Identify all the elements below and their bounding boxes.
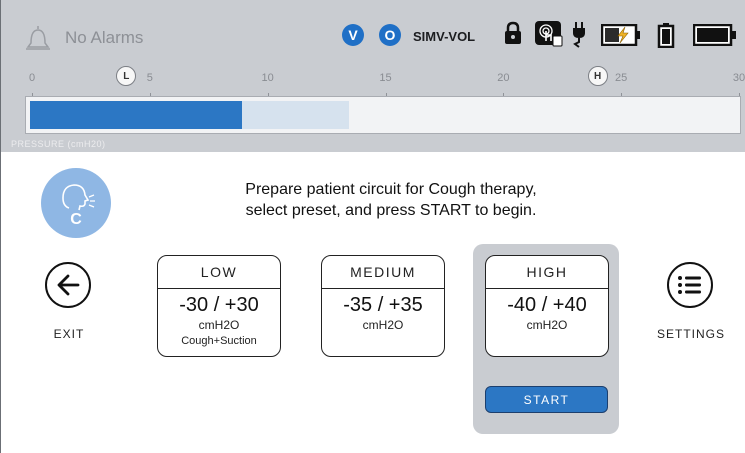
cough-therapy-avatar: C	[41, 168, 111, 238]
preset-range: -35 / +35	[343, 294, 423, 316]
tick-label: 30	[732, 72, 745, 84]
battery-small-icon	[657, 23, 675, 48]
tick-label: 25	[615, 72, 628, 84]
tick-label: 20	[497, 72, 510, 84]
ventilation-mode: SIMV-VOL	[413, 29, 476, 44]
preset-unit: cmH2O	[198, 318, 240, 332]
low-pressure-marker[interactable]: L	[116, 66, 137, 86]
menu-list-icon	[678, 276, 701, 294]
battery-full-icon	[693, 24, 736, 46]
bell-icon[interactable]	[23, 23, 53, 53]
preset-range: -30 / +30	[179, 294, 259, 316]
lock-icon[interactable]	[503, 21, 523, 45]
pressure-scale-label: PRESSURE (cmH20)	[11, 139, 106, 149]
start-button[interactable]: START	[485, 386, 608, 413]
instruction-line-2: select preset, and press START to begin.	[245, 202, 537, 219]
therapy-letter: C	[70, 211, 82, 228]
preset-note: Cough+Suction	[181, 335, 257, 347]
ac-plug-icon	[573, 22, 585, 48]
pressure-scale: 0 5 10 15 20 25 30 L H PRESSURE (cmH20)	[0, 60, 745, 152]
therapy-panel: C Prepare patient circuit for Cough ther…	[0, 152, 745, 453]
preset-high-button[interactable]: HIGH -40 / +40 cmH2O	[485, 255, 609, 357]
preset-title: HIGH	[486, 256, 608, 289]
status-bar: No Alarms V O SIMV-VOL	[0, 0, 745, 60]
settings-label[interactable]: SETTINGS	[651, 327, 731, 341]
high-pressure-marker[interactable]: H	[587, 66, 608, 86]
mode-badge-o: O	[379, 24, 401, 46]
touch-lock-icon[interactable]	[534, 20, 564, 48]
instruction-text: Prepare patient circuit for Cough therap…	[161, 179, 621, 221]
alarm-status-text[interactable]: No Alarms	[65, 28, 143, 48]
preset-title: LOW	[158, 256, 280, 289]
settings-button[interactable]	[667, 262, 713, 308]
preset-medium-button[interactable]: MEDIUM -35 / +35 cmH2O	[321, 255, 445, 357]
preset-range: -40 / +40	[507, 294, 587, 316]
tick-label: 15	[379, 72, 392, 84]
instruction-line-1: Prepare patient circuit for Cough therap…	[245, 181, 537, 198]
preset-unit: cmH2O	[362, 318, 404, 332]
preset-low-button[interactable]: LOW -30 / +30 cmH2O Cough+Suction	[157, 255, 281, 357]
tick-label: 0	[28, 72, 36, 84]
tick-label: 5	[146, 72, 153, 84]
pressure-bar	[25, 96, 741, 134]
arrow-left-icon	[57, 274, 80, 296]
pressure-bar-fill	[30, 101, 243, 129]
exit-label[interactable]: EXIT	[29, 327, 109, 341]
preset-unit: cmH2O	[526, 318, 568, 332]
exit-button[interactable]	[45, 262, 91, 308]
tick-label: 10	[261, 72, 274, 84]
preset-title: MEDIUM	[322, 256, 444, 289]
battery-charging-icon	[601, 24, 640, 46]
mode-badge-v: V	[342, 24, 364, 46]
